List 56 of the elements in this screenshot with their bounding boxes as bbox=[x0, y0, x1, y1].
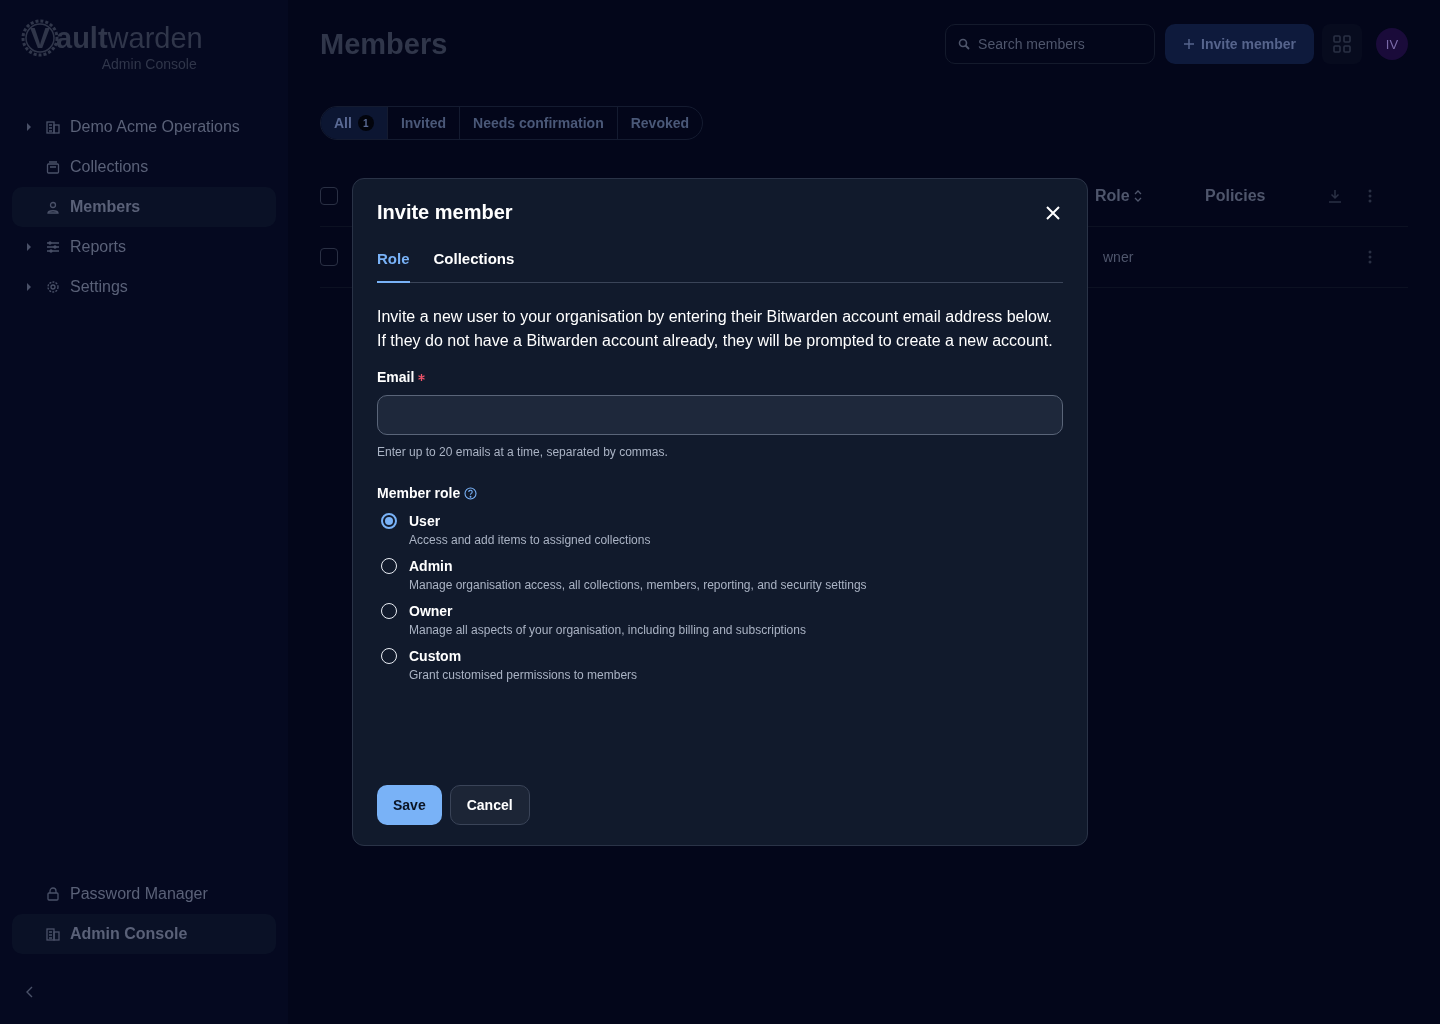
dialog-tab[interactable]: Role bbox=[377, 250, 410, 283]
app-switcher-button[interactable] bbox=[1322, 24, 1362, 64]
grid-icon bbox=[1333, 35, 1351, 53]
sliders-icon bbox=[46, 240, 60, 254]
building-icon bbox=[46, 120, 60, 134]
sidebar-item[interactable]: Settings bbox=[12, 267, 276, 307]
option-description: Manage all aspects of your organisation, including billing and subscriptions bbox=[409, 623, 806, 637]
filter-tab[interactable]: Invited bbox=[387, 107, 460, 139]
column-header[interactable]: Role bbox=[1095, 187, 1205, 205]
field-label: Email bbox=[377, 369, 415, 385]
column-header[interactable]: Policies bbox=[1205, 187, 1328, 205]
option-title: Admin bbox=[409, 558, 454, 574]
sidebar-item[interactable]: Collections bbox=[12, 147, 276, 187]
count-badge: 1 bbox=[357, 115, 374, 131]
sidebar-item[interactable]: Members bbox=[12, 187, 276, 227]
sidebar-item[interactable]: Reports bbox=[12, 227, 276, 267]
more-icon[interactable] bbox=[1368, 250, 1372, 264]
search-field[interactable]: Search members bbox=[945, 24, 1156, 64]
option-title: User bbox=[409, 513, 442, 529]
lock-icon bbox=[46, 887, 60, 901]
filter-tab[interactable]: Revoked bbox=[617, 107, 703, 139]
building-icon bbox=[46, 927, 60, 941]
option-title: Owner bbox=[409, 603, 454, 619]
dialog-description: Invite a new user to your organisation by entering their Bitwarden account email address below. If they do not have a Bitwarden account already, they will be prompted to create a new account. bbox=[377, 307, 1054, 351]
dialog-title: Invite member bbox=[377, 201, 513, 224]
email-field[interactable] bbox=[377, 395, 1063, 435]
more-icon[interactable] bbox=[1368, 189, 1372, 203]
field-label: Member role bbox=[377, 485, 461, 501]
search-icon bbox=[958, 38, 971, 50]
cancel-button[interactable]: Cancel bbox=[449, 785, 530, 825]
plus-icon bbox=[1183, 38, 1196, 50]
invite-member-button[interactable]: Invite member bbox=[1165, 24, 1314, 64]
option-description: Access and add items to assigned collections bbox=[409, 533, 651, 547]
collection-icon bbox=[46, 160, 60, 174]
collapse-icon[interactable] bbox=[26, 986, 34, 998]
option-description: Manage organisation access, all collections, members, reporting, and security settings bbox=[409, 578, 867, 592]
option-description: Grant customised permissions to members bbox=[409, 668, 638, 682]
product-switcher-item[interactable]: Admin Console bbox=[12, 914, 276, 954]
filter-tab[interactable]: Needs confirmation bbox=[460, 107, 618, 139]
row-checkbox[interactable] bbox=[320, 248, 338, 266]
table-cell-text: wner bbox=[1102, 249, 1135, 265]
dialog-tab[interactable]: Collections bbox=[433, 250, 515, 283]
user-avatar[interactable]: IV bbox=[1376, 28, 1408, 60]
sidebar-item[interactable]: Demo Acme Operations bbox=[12, 107, 276, 147]
radio-button[interactable] bbox=[381, 513, 397, 529]
field-hint: Enter up to 20 emails at a time, separated by commas. bbox=[377, 445, 669, 459]
filter-tab[interactable]: All 1 bbox=[321, 107, 388, 139]
sort-icon bbox=[1133, 190, 1142, 202]
option-title: Custom bbox=[409, 648, 463, 664]
product-switcher-item[interactable]: Password Manager bbox=[12, 874, 276, 914]
select-all-checkbox[interactable] bbox=[320, 187, 338, 205]
help-icon[interactable] bbox=[464, 486, 478, 500]
settings-icon bbox=[46, 280, 60, 294]
user-icon bbox=[46, 200, 60, 214]
download-icon[interactable] bbox=[1328, 189, 1342, 203]
save-button[interactable]: Save bbox=[377, 785, 442, 825]
